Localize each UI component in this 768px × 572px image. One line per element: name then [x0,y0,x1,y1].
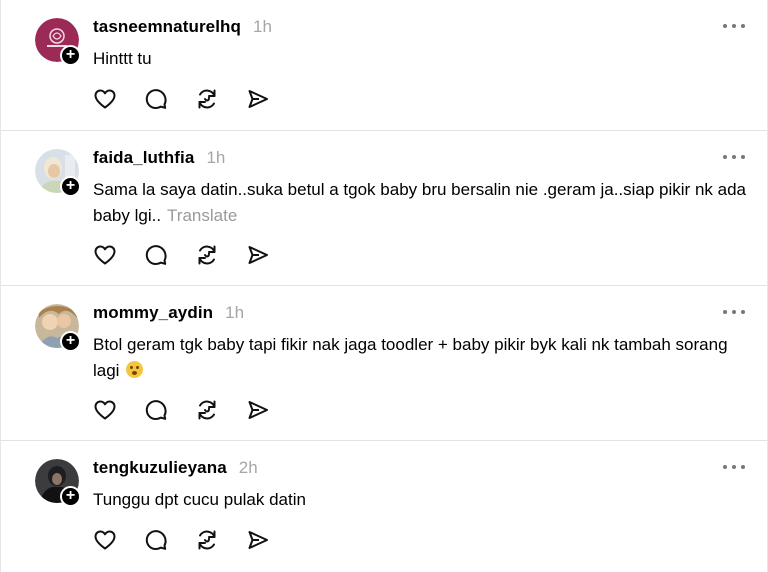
comment-icon[interactable] [144,243,168,267]
follow-plus-icon[interactable]: + [60,486,81,507]
post-text-content: Tunggu dpt cucu pulak datin [93,490,306,509]
timestamp: 1h [206,148,226,167]
post-header: mommy_aydin 1h [93,303,244,327]
comment-icon[interactable] [144,398,168,422]
reply-post: + tengkuzulieyana 2h Tunggu dpt cucu pul… [1,441,767,572]
more-options-icon[interactable] [723,20,745,32]
share-icon[interactable] [246,398,270,422]
follow-plus-icon[interactable]: + [60,45,81,66]
repost-icon[interactable] [195,528,219,552]
follow-plus-icon[interactable]: + [60,331,81,352]
heart-icon[interactable] [93,528,117,552]
reply-post: + tasneemnaturelhq 1h Hinttt tu [1,0,767,131]
post-header: tengkuzulieyana 2h [93,458,258,482]
post-text: Btol geram tgk baby tapi fikir nak jaga … [93,332,753,384]
timestamp: 2h [238,458,258,477]
heart-icon[interactable] [93,398,117,422]
post-text: Sama la saya datin..suka betul a tgok ba… [93,177,753,229]
follow-plus-icon[interactable]: + [60,176,81,197]
translate-link[interactable]: Translate [167,206,237,225]
reply-post: + mommy_aydin 1h Btol geram tgk baby tap… [1,286,767,441]
more-options-icon[interactable] [723,151,745,163]
comment-icon[interactable] [144,87,168,111]
avatar[interactable]: + [35,149,81,197]
timestamp: 1h [253,17,272,36]
reply-post: + faida_luthfia 1h Sama la saya datin..s… [1,131,767,286]
share-icon[interactable] [246,528,270,552]
post-header: faida_luthfia 1h [93,148,225,172]
avatar[interactable]: + [35,459,81,507]
username[interactable]: faida_luthfia [93,148,194,168]
post-text-content: Btol geram tgk baby tapi fikir nak jaga … [93,335,728,380]
flushed-face-emoji [126,361,144,378]
username[interactable]: tasneemnaturelhq [93,17,241,37]
post-text: Hinttt tu [93,46,753,72]
username[interactable]: mommy_aydin [93,303,213,323]
avatar[interactable]: + [35,304,81,352]
action-bar [93,528,297,552]
share-icon[interactable] [246,87,270,111]
action-bar [93,243,297,267]
more-options-icon[interactable] [723,461,745,473]
post-text: Tunggu dpt cucu pulak datin [93,487,753,513]
action-bar [93,398,297,422]
more-options-icon[interactable] [723,306,745,318]
username[interactable]: tengkuzulieyana [93,458,227,478]
heart-icon[interactable] [93,243,117,267]
share-icon[interactable] [246,243,270,267]
post-header: tasneemnaturelhq 1h [93,17,272,41]
repost-icon[interactable] [195,398,219,422]
avatar[interactable]: + [35,18,81,66]
repost-icon[interactable] [195,87,219,111]
threads-replies-feed: + tasneemnaturelhq 1h Hinttt tu + faida_… [0,0,768,572]
post-text-content: Hinttt tu [93,49,152,68]
timestamp: 1h [225,303,245,322]
action-bar [93,87,297,111]
repost-icon[interactable] [195,243,219,267]
heart-icon[interactable] [93,87,117,111]
comment-icon[interactable] [144,528,168,552]
